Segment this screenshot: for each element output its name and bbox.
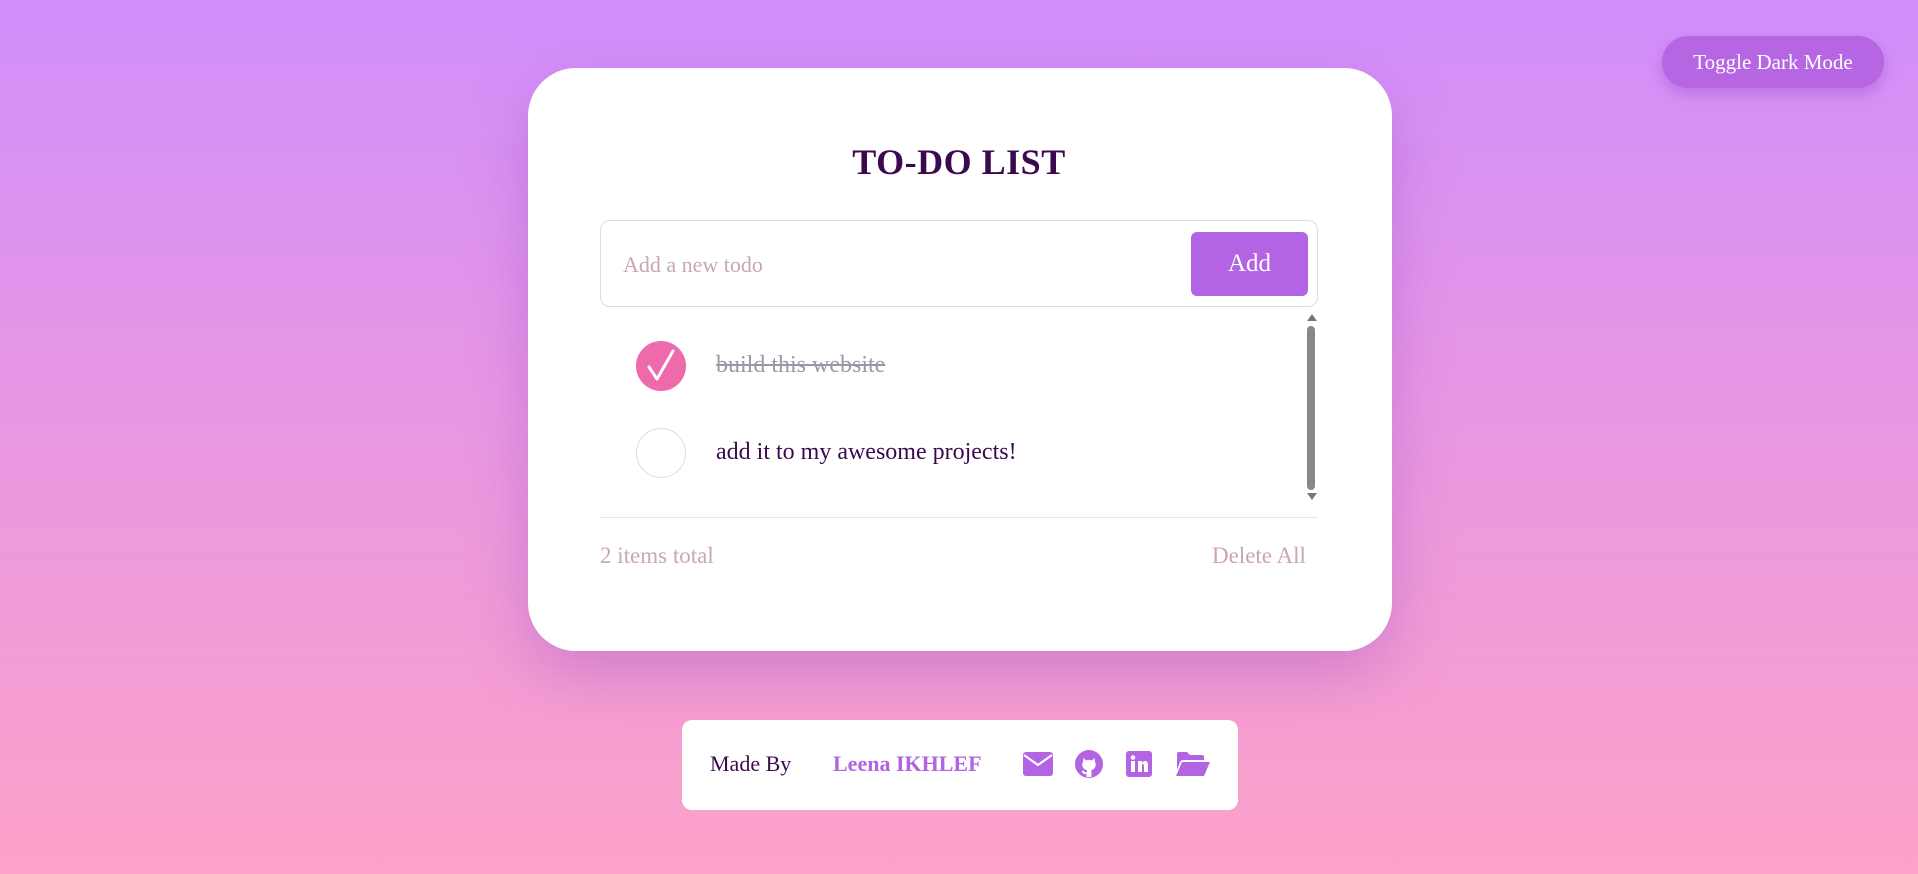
todo-list-scrollbar[interactable] <box>1304 312 1318 502</box>
new-todo-input[interactable] <box>621 239 1155 291</box>
add-button[interactable]: Add <box>1191 232 1308 296</box>
delete-all-button[interactable]: Delete All <box>1212 541 1306 571</box>
author-link[interactable]: Leena IKHLEF <box>833 750 982 778</box>
scroll-thumb[interactable] <box>1307 326 1315 490</box>
todo-item: add it to my awesome projects! <box>600 423 1300 483</box>
scroll-down-arrow-icon[interactable] <box>1307 493 1317 500</box>
toggle-dark-mode-button[interactable]: Toggle Dark Mode <box>1662 36 1884 88</box>
todo-text: add it to my awesome projects! <box>716 439 1017 465</box>
linkedin-icon[interactable] <box>1125 750 1153 783</box>
divider <box>600 517 1318 518</box>
envelope-icon[interactable] <box>1022 751 1054 782</box>
complete-toggle[interactable] <box>636 341 686 391</box>
scroll-up-arrow-icon[interactable] <box>1307 314 1317 321</box>
todo-list: build this website add it to my awesome … <box>600 312 1318 502</box>
todo-item: build this website <box>600 336 1300 396</box>
add-todo-form: Add <box>600 220 1318 307</box>
footer: Made By Leena IKHLEF <box>682 720 1238 810</box>
checkmark-icon <box>647 349 675 381</box>
folder-open-icon[interactable] <box>1175 750 1211 783</box>
github-icon[interactable] <box>1074 749 1104 784</box>
items-count: 2 items total <box>600 543 714 568</box>
page-title: TO-DO LIST <box>852 142 1066 182</box>
todo-text: build this website <box>716 352 886 378</box>
complete-toggle[interactable] <box>636 428 686 478</box>
made-by-label: Made By <box>710 751 792 776</box>
